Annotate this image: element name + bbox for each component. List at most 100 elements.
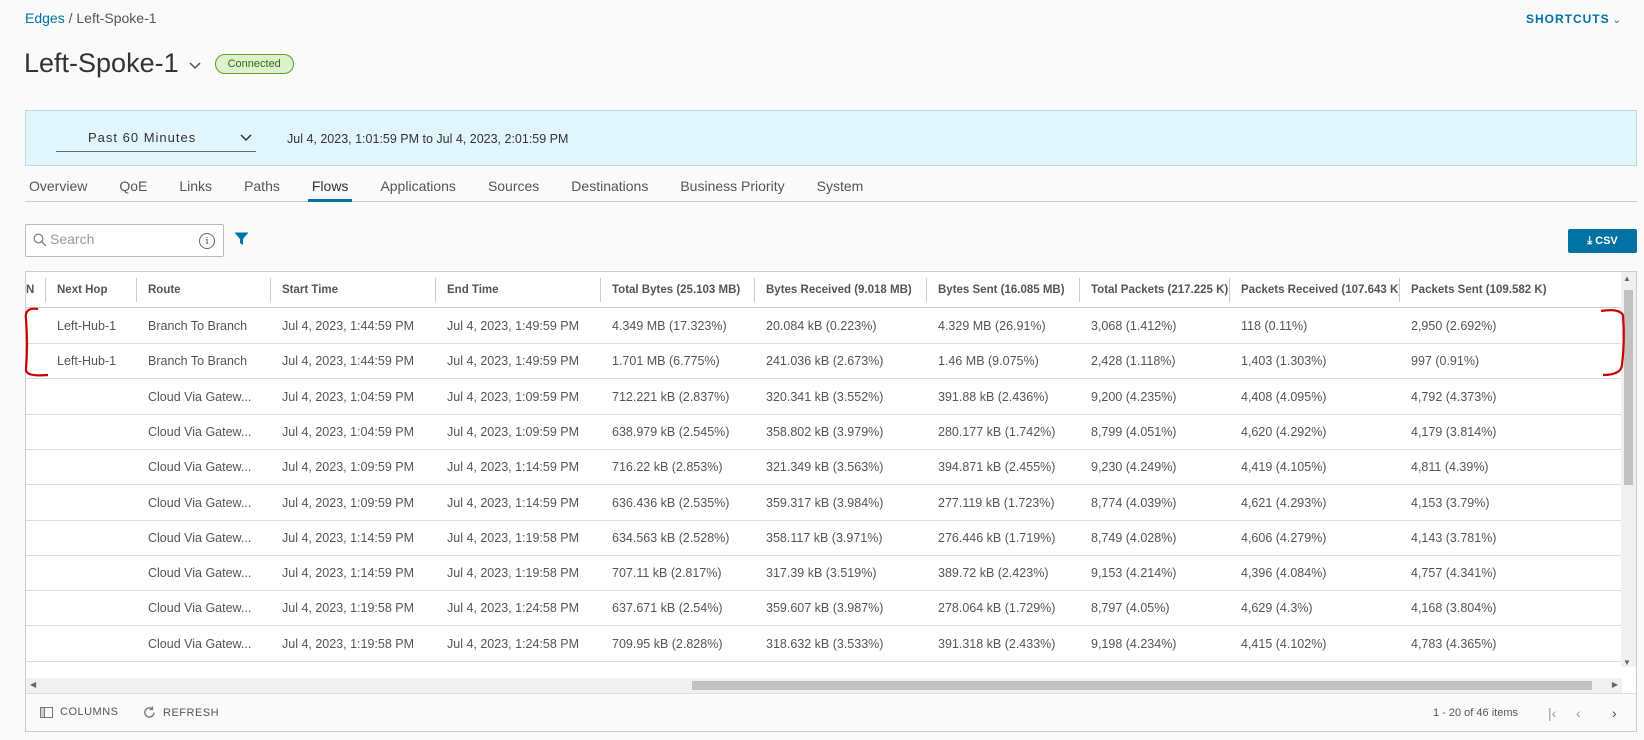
tab-links[interactable]: Links: [175, 172, 216, 202]
columns-button[interactable]: COLUMNS: [40, 706, 119, 718]
tab-paths[interactable]: Paths: [240, 172, 284, 202]
table-cell: Jul 4, 2023, 1:14:59 PM: [447, 460, 580, 475]
time-range-select[interactable]: Past 60 Minutes: [56, 128, 256, 152]
filter-icon[interactable]: [234, 232, 249, 249]
table-cell: 359.317 kB (3.984%): [766, 495, 884, 510]
table-cell: [26, 380, 45, 415]
table-row[interactable]: Cloud Via Gatew... Jul 4, 2023, 1:19:58 P…: [26, 627, 1621, 662]
page-title: Left-Spoke-1: [24, 48, 179, 78]
table-row[interactable]: Cloud Via Gatew... Jul 4, 2023, 1:19:58 P…: [26, 591, 1621, 627]
table-cell: 20.084 kB (0.223%): [766, 319, 877, 333]
time-range-text: Jul 4, 2023, 1:01:59 PM to Jul 4, 2023, …: [287, 132, 569, 146]
table-cell: Jul 4, 2023, 1:09:59 PM: [447, 424, 580, 439]
refresh-button[interactable]: REFRESH: [143, 706, 219, 719]
column-separator[interactable]: [270, 278, 271, 302]
column-header[interactable]: Route: [136, 272, 270, 308]
table-cell: 277.119 kB (1.723%): [938, 495, 1055, 510]
column-header[interactable]: Total Bytes (25.103 MB): [600, 272, 754, 308]
first-page-icon[interactable]: |‹: [1548, 705, 1556, 721]
table-cell: [45, 415, 136, 450]
column-header[interactable]: N: [26, 272, 45, 308]
column-separator[interactable]: [1229, 278, 1230, 302]
column-separator[interactable]: [600, 278, 601, 302]
table-cell: 280.177 kB (1.742%): [938, 424, 1056, 439]
table-row[interactable]: Cloud Via Gatew... Jul 4, 2023, 1:04:59 P…: [26, 415, 1621, 450]
column-header[interactable]: Packets Received (107.643 K): [1229, 272, 1399, 308]
column-separator[interactable]: [754, 278, 755, 302]
scroll-left-icon[interactable]: ◀: [30, 680, 36, 689]
table-cell: 8,799 (4.051%): [1091, 424, 1177, 439]
tab-overview[interactable]: Overview: [25, 172, 91, 202]
table-cell: 709.95 kB (2.828%): [612, 636, 723, 651]
table-cell: 2,428 (1.118%): [1091, 354, 1176, 369]
column-separator[interactable]: [136, 278, 137, 302]
horizontal-scroll-thumb[interactable]: [692, 681, 1592, 690]
table-cell: 9,200 (4.235%): [1091, 389, 1177, 404]
table-cell: [26, 486, 45, 521]
tab-sources[interactable]: Sources: [484, 172, 543, 202]
table-cell: [26, 627, 45, 662]
info-icon[interactable]: i: [199, 233, 215, 249]
table-row[interactable]: Cloud Via Gatew... Jul 4, 2023, 1:09:59 P…: [26, 486, 1621, 521]
tab-system[interactable]: System: [813, 172, 868, 202]
table-row[interactable]: Cloud Via Gatew... Jul 4, 2023, 1:14:59 P…: [26, 521, 1621, 556]
column-separator[interactable]: [1399, 278, 1400, 302]
prev-page-icon[interactable]: ‹: [1576, 705, 1581, 721]
table-row[interactable]: Cloud Via Gatew... Jul 4, 2023, 1:14:59 P…: [26, 556, 1621, 592]
refresh-icon: [144, 706, 155, 718]
table-cell: 1.46 MB (9.075%): [938, 354, 1039, 369]
horizontal-scrollbar[interactable]: ◀ ▶: [26, 678, 1622, 693]
search-input[interactable]: [50, 231, 190, 247]
shortcuts-menu[interactable]: SHORTCUTS ⌄: [1526, 12, 1622, 26]
table-cell: Jul 4, 2023, 1:24:58 PM: [447, 636, 580, 651]
table-header: N Next Hop Route Start Time End Time Total By…: [26, 272, 1636, 308]
title-dropdown-icon[interactable]: [189, 57, 201, 73]
search-box: i: [25, 224, 224, 257]
table-cell: 4,419 (4.105%): [1241, 460, 1327, 475]
tab-business-priority[interactable]: Business Priority: [676, 172, 788, 202]
columns-icon: [40, 706, 53, 718]
table-cell: 4,153 (3.79%): [1411, 495, 1490, 510]
table-cell: 389.72 kB (2.423%): [938, 566, 1049, 581]
table-cell: 638.979 kB (2.545%): [612, 424, 730, 439]
column-header[interactable]: Bytes Received (9.018 MB): [754, 272, 926, 308]
column-separator[interactable]: [1079, 278, 1080, 302]
column-header[interactable]: Packets Sent (109.582 K): [1399, 272, 1636, 308]
column-header[interactable]: Bytes Sent (16.085 MB): [926, 272, 1079, 308]
table-cell: [26, 450, 45, 485]
tab-flows[interactable]: Flows: [307, 172, 353, 202]
table-row[interactable]: Left-Hub-1 Branch To Branch Jul 4, 2023, 1…: [26, 344, 1621, 380]
scroll-up-icon[interactable]: ▲: [1623, 274, 1631, 283]
scroll-down-icon[interactable]: ▼: [1623, 658, 1631, 667]
tab-bar: Overview QoE Links Paths Flows Applications So…: [25, 172, 1637, 202]
table-cell: Jul 4, 2023, 1:14:59 PM: [447, 495, 580, 510]
table-cell: 317.39 kB (3.519%): [766, 566, 877, 581]
column-separator[interactable]: [435, 278, 436, 302]
table-row[interactable]: Cloud Via Gatew... Jul 4, 2023, 1:09:59 P…: [26, 450, 1621, 486]
tab-qoe[interactable]: QoE: [115, 172, 151, 202]
table-cell: 118 (0.11%): [1241, 319, 1308, 333]
table-cell: [26, 415, 45, 450]
table-cell: 4,792 (4.373%): [1411, 389, 1497, 404]
table-cell: Jul 4, 2023, 1:19:58 PM: [447, 530, 580, 545]
column-header[interactable]: End Time: [435, 272, 600, 308]
table-cell: Jul 4, 2023, 1:19:58 PM: [282, 601, 415, 616]
table-cell: 4,621 (4.293%): [1241, 495, 1327, 510]
next-page-icon[interactable]: ›: [1612, 705, 1617, 721]
table-cell: Jul 4, 2023, 1:49:59 PM: [447, 354, 580, 369]
table-row[interactable]: Left-Hub-1 Branch To Branch Jul 4, 2023, 1…: [26, 309, 1621, 344]
csv-download-button[interactable]: ⤓ CSV: [1568, 229, 1637, 253]
tab-applications[interactable]: Applications: [376, 172, 460, 202]
table-cell: [26, 556, 45, 591]
column-header[interactable]: Next Hop: [45, 272, 136, 308]
column-separator[interactable]: [926, 278, 927, 302]
table-cell: 4,606 (4.279%): [1241, 530, 1327, 545]
column-header[interactable]: Total Packets (217.225 K): [1079, 272, 1229, 308]
column-header[interactable]: Start Time: [270, 272, 435, 308]
breadcrumb-edges-link[interactable]: Edges: [25, 10, 65, 26]
tab-destinations[interactable]: Destinations: [567, 172, 652, 202]
table-row[interactable]: Cloud Via Gatew... Jul 4, 2023, 1:04:59 P…: [26, 380, 1621, 415]
column-separator[interactable]: [45, 278, 46, 302]
scroll-right-icon[interactable]: ▶: [1612, 680, 1618, 689]
annotation-right-bracket: [1600, 309, 1625, 377]
